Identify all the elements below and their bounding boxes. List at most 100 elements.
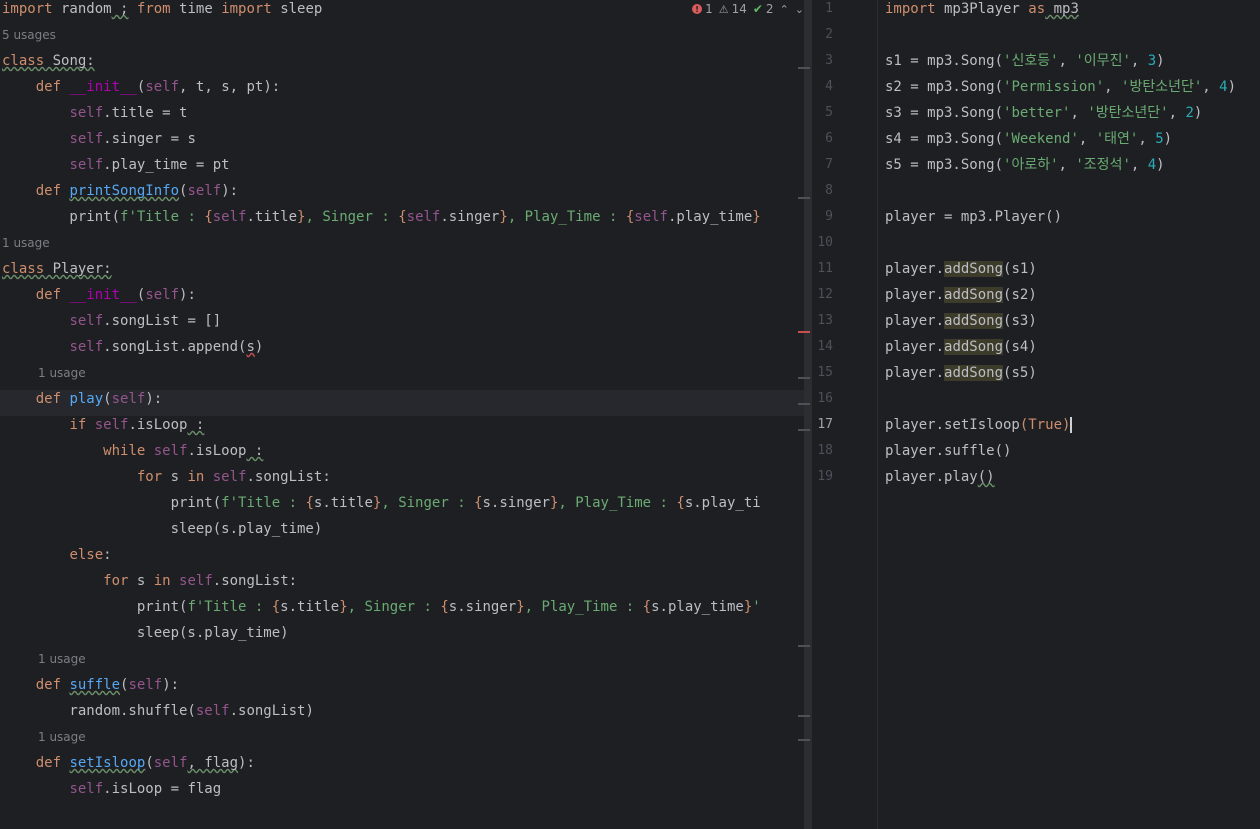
code-token: print( (2, 599, 188, 615)
right-editor-pane[interactable]: import mp3Player as mp3 s1 = mp3.Song('신호… (879, 0, 1260, 829)
code-line[interactable]: print(f'Title : {s.title}, Singer : {s.s… (2, 494, 761, 520)
code-token: '신호등' (1003, 53, 1059, 69)
left-scrollbar[interactable] (804, 0, 812, 829)
code-token: self (145, 287, 180, 303)
code-line[interactable]: self.title = t (2, 104, 187, 130)
code-token: ) (1163, 131, 1173, 147)
code-line[interactable]: def suffle(self): (2, 676, 179, 702)
code-line[interactable]: def play(self): (0, 390, 804, 416)
code-line[interactable]: self.songList = [] (2, 312, 221, 338)
scroll-marker[interactable] (798, 377, 810, 379)
line-number: 12 (817, 287, 833, 302)
code-line[interactable]: self.play_time = pt (2, 156, 229, 182)
error-count-label: 1 (705, 2, 713, 16)
code-line[interactable]: player.setIsloop(True) (885, 416, 1073, 442)
code-token: 4 (1219, 79, 1228, 95)
chevron-down-icon[interactable]: ⌄ (795, 3, 804, 16)
code-line[interactable]: self.singer = s (2, 130, 195, 156)
usage-hint[interactable]: 1 usage (38, 728, 86, 754)
usage-hint[interactable]: 1 usage (38, 650, 86, 676)
code-line[interactable]: while self.isLoop : (2, 442, 263, 468)
code-line[interactable]: player.addSong(s3) (885, 312, 1037, 338)
chevron-up-icon[interactable]: ⌃ (780, 3, 789, 16)
line-number: 5 (825, 105, 833, 120)
inspection-widget[interactable]: ! 1 ⚠ 14 ✔ 2 ⌃ ⌄ (686, 0, 804, 18)
usage-hint-label[interactable]: 1 usage (38, 366, 86, 380)
code-line[interactable]: class Player: (2, 260, 112, 286)
line-number: 9 (825, 209, 833, 224)
code-line[interactable]: player.addSong(s4) (885, 338, 1037, 364)
code-line[interactable]: self.isLoop = flag (2, 780, 221, 806)
warning-count[interactable]: ⚠ 14 (719, 2, 747, 16)
code-line[interactable]: sleep(s.play_time) (2, 624, 289, 650)
line-number: 2 (825, 27, 833, 42)
error-count[interactable]: ! 1 (692, 2, 713, 16)
usage-hint-label[interactable]: 5 usages (2, 28, 56, 42)
code-line[interactable]: player.addSong(s5) (885, 364, 1037, 390)
code-token: 2 (1185, 105, 1194, 121)
code-token: '방탄소년단' (1121, 79, 1203, 95)
code-line[interactable]: print(f'Title : {s.title}, Singer : {s.s… (2, 598, 761, 624)
code-token: import (885, 1, 936, 17)
scroll-marker[interactable] (798, 67, 810, 69)
code-line[interactable]: def printSongInfo(self): (2, 182, 238, 208)
code-line[interactable]: player.addSong(s1) (885, 260, 1037, 286)
left-code-area[interactable]: import random ; from time import sleep 5 … (0, 0, 804, 829)
scroll-marker[interactable] (798, 739, 810, 741)
line-number-gutter[interactable]: 1 2 3 4 5 6 7 8 9 10 11 12 13 14 15 16 17 18 19 (812, 0, 878, 829)
code-token: '방탄소년단' (1087, 105, 1169, 121)
code-line[interactable]: sleep(s.play_time) (2, 520, 323, 546)
code-line[interactable]: player.play() (885, 468, 995, 494)
code-token: f'Title : (120, 209, 205, 225)
usage-hint[interactable]: 5 usages (2, 26, 56, 52)
code-line[interactable]: player.suffle() (885, 442, 1011, 468)
code-line[interactable]: s1 = mp3.Song('신호등', '이무진', 3) (885, 52, 1165, 78)
scroll-marker-error[interactable] (798, 331, 810, 333)
usage-hint-label[interactable]: 1 usage (2, 236, 50, 250)
code-line[interactable]: player = mp3.Player() (885, 208, 1062, 234)
code-line[interactable]: s5 = mp3.Song('아로하', '조정석', 4) (885, 156, 1165, 182)
code-line[interactable]: import mp3Player as mp3 (885, 0, 1079, 26)
usage-hint-label[interactable]: 1 usage (38, 652, 86, 666)
scroll-marker[interactable] (798, 403, 810, 405)
code-line[interactable]: self.songList.append(s) (2, 338, 263, 364)
left-editor-pane[interactable]: import random ; from time import sleep 5 … (0, 0, 812, 829)
code-line[interactable]: for s in self.songList: (2, 468, 331, 494)
code-token: self (187, 183, 222, 199)
code-line[interactable]: class Song: (2, 52, 95, 78)
code-line[interactable]: for s in self.songList: (2, 572, 297, 598)
line-number: 15 (817, 365, 833, 380)
code-line[interactable]: def __init__(self, t, s, pt): (2, 78, 280, 104)
code-line[interactable]: s4 = mp3.Song('Weekend', '태연', 5) (885, 130, 1172, 156)
scroll-marker[interactable] (798, 715, 810, 717)
usage-hint-label[interactable]: 1 usage (38, 730, 86, 744)
code-token: f'Title : (221, 495, 306, 511)
code-token: { (305, 495, 314, 511)
code-line[interactable]: def setIsloop(self, flag): (2, 754, 255, 780)
code-line[interactable]: s2 = mp3.Song('Permission', '방탄소년단', 4) (885, 78, 1236, 104)
usage-hint[interactable]: 1 usage (38, 364, 86, 390)
code-line[interactable]: player.addSong(s2) (885, 286, 1037, 312)
code-token: , (1058, 53, 1076, 69)
code-line[interactable]: def __init__(self): (2, 286, 196, 312)
scroll-marker[interactable] (798, 645, 810, 647)
code-line[interactable]: import random ; from time import sleep (2, 0, 322, 26)
code-line[interactable]: random.shuffle(self.songList) (2, 702, 313, 728)
usage-hint[interactable]: 1 usage (2, 234, 50, 260)
code-line[interactable]: if self.isLoop : (2, 416, 204, 442)
code-line[interactable]: print(f'Title : {self.title}, Singer : {… (2, 208, 760, 234)
code-token: self (634, 209, 668, 225)
scroll-marker[interactable] (798, 429, 810, 431)
code-token: , (1078, 131, 1096, 147)
code-token: 'Permission' (1003, 79, 1105, 95)
code-token: addSong (944, 287, 1004, 303)
scroll-marker[interactable] (798, 197, 810, 199)
code-line[interactable]: else: (2, 546, 111, 572)
code-token: player. (885, 339, 945, 355)
weak-warning-count[interactable]: ✔ 2 (753, 2, 774, 16)
code-line[interactable]: s3 = mp3.Song('better', '방탄소년단', 2) (885, 104, 1202, 130)
line-number: 14 (817, 339, 833, 354)
